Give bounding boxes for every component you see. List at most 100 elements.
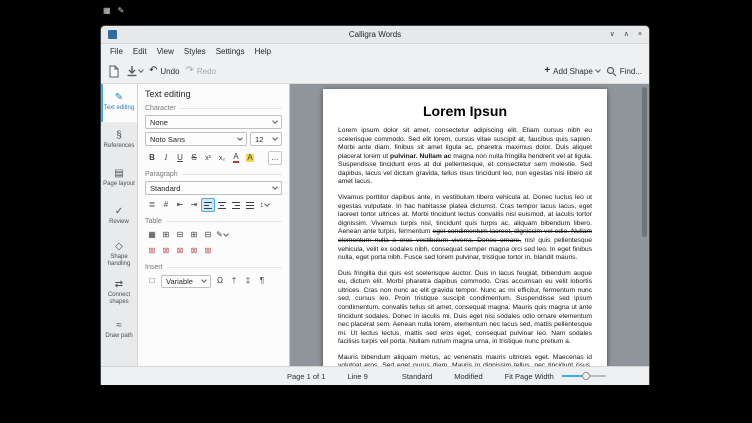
find-button[interactable]: Find... bbox=[606, 66, 642, 77]
strikethrough-button[interactable]: S bbox=[187, 151, 201, 165]
merge-cells-button[interactable]: ⊠ bbox=[187, 244, 201, 258]
chevron-down-icon bbox=[272, 184, 278, 190]
character-style-dropdown[interactable]: None bbox=[145, 115, 282, 129]
draw-path-label: Draw path bbox=[105, 333, 133, 340]
insert-frame-button[interactable]: □ bbox=[145, 274, 159, 288]
document-page[interactable]: Lorem Ipsun Lorem ipsum dolor sit amet, … bbox=[323, 89, 607, 366]
menu-view[interactable]: View bbox=[152, 47, 179, 56]
numbered-list-icon: # bbox=[163, 200, 169, 209]
insert-table-button[interactable]: ▦ bbox=[145, 228, 159, 242]
page-layout-label: Page layout bbox=[103, 181, 135, 188]
zoom-mode-label[interactable]: Fit Page Width bbox=[505, 372, 554, 381]
redo-label: Redo bbox=[196, 66, 217, 76]
merge-cells-icon: ⊠ bbox=[190, 246, 198, 255]
redo-button[interactable]: ↷ Redo bbox=[186, 66, 217, 76]
align-center-button[interactable] bbox=[215, 198, 229, 212]
underline-button[interactable]: U bbox=[173, 151, 187, 165]
table-border-pen-button[interactable]: ✎ bbox=[215, 228, 229, 242]
insert-row-below-button[interactable]: ⊟ bbox=[173, 228, 187, 242]
highlight-button[interactable]: A bbox=[243, 151, 257, 165]
decrease-indent-icon: ⇤ bbox=[176, 200, 184, 209]
font-family-dropdown[interactable]: Noto Sans bbox=[145, 132, 247, 146]
panel-title: Text editing bbox=[145, 89, 191, 99]
align-left-icon bbox=[204, 201, 212, 209]
decrease-indent-button[interactable]: ⇤ bbox=[173, 198, 187, 212]
subscript-button[interactable]: x₂ bbox=[215, 151, 229, 165]
paragraph[interactable]: Mauris bibendum aliquam metus, ac venena… bbox=[338, 354, 592, 366]
bold-button[interactable]: B bbox=[145, 151, 159, 165]
line-spacing-button[interactable]: ↕ bbox=[257, 198, 271, 212]
paragraph-style-dropdown[interactable]: Standard bbox=[145, 181, 282, 195]
new-document-button[interactable] bbox=[108, 65, 120, 78]
align-left-button[interactable] bbox=[201, 198, 215, 212]
undo-button[interactable]: ↶ Undo bbox=[149, 66, 180, 76]
menu-settings[interactable]: Settings bbox=[211, 47, 250, 56]
tab-draw-path[interactable]: ≈ Draw path bbox=[101, 312, 137, 350]
subscript-icon: x₂ bbox=[218, 154, 226, 162]
page-break-button[interactable]: ¶ bbox=[255, 274, 269, 288]
bullet-list-button[interactable]: ≣ bbox=[145, 198, 159, 212]
connect-shapes-label: Connect shapes bbox=[107, 291, 131, 305]
desktop-panel-icons: ▦ ✎ bbox=[103, 6, 124, 15]
document-canvas[interactable]: Lorem Ipsun Lorem ipsum dolor sit amet, … bbox=[290, 84, 649, 366]
menu-help[interactable]: Help bbox=[250, 47, 276, 56]
menu-edit[interactable]: Edit bbox=[128, 47, 152, 56]
bold-icon: B bbox=[149, 153, 155, 162]
chevron-down-icon bbox=[272, 135, 278, 141]
close-button[interactable]: × bbox=[638, 31, 642, 38]
align-justify-icon bbox=[246, 201, 254, 209]
align-justify-button[interactable] bbox=[243, 198, 257, 212]
find-label: Find... bbox=[619, 66, 642, 76]
search-icon bbox=[606, 66, 617, 76]
tab-shape-handling[interactable]: ◇ Shape handling bbox=[101, 236, 137, 274]
special-character-button[interactable]: Ω bbox=[213, 274, 227, 288]
delete-row-button[interactable]: ⊠ bbox=[159, 244, 173, 258]
split-cells-button[interactable]: ⊠ bbox=[201, 244, 215, 258]
menu-styles[interactable]: Styles bbox=[179, 47, 211, 56]
titlebar[interactable]: Calligra Words ∨ ∧ × bbox=[101, 26, 649, 44]
insert-row-above-button[interactable]: ⊞ bbox=[159, 228, 173, 242]
tab-text-editing[interactable]: ✎ Text editing bbox=[101, 84, 137, 122]
maximize-button[interactable]: ∧ bbox=[624, 31, 629, 38]
paragraph[interactable]: Duis fringilla dui quis est scelerisque … bbox=[338, 270, 592, 347]
menu-file[interactable]: File bbox=[105, 47, 128, 56]
review-label: Review bbox=[109, 219, 129, 226]
align-right-button[interactable] bbox=[229, 198, 243, 212]
page-layout-icon: ▤ bbox=[114, 168, 124, 180]
tab-connect-shapes[interactable]: ⇄ Connect shapes bbox=[101, 274, 137, 312]
italic-button[interactable]: I bbox=[159, 151, 173, 165]
page-indicator[interactable]: Page 1 of 1 bbox=[287, 372, 325, 381]
zoom-slider[interactable] bbox=[561, 371, 606, 381]
variable-dropdown[interactable]: Variable bbox=[161, 274, 211, 288]
chevron-down-icon bbox=[272, 118, 278, 124]
superscript-button[interactable]: x² bbox=[201, 151, 215, 165]
footnote-button[interactable]: † bbox=[227, 274, 241, 288]
font-size-dropdown[interactable]: 12 bbox=[250, 132, 282, 146]
scrollbar-thumb[interactable] bbox=[642, 87, 647, 237]
more-character-options-button[interactable]: … bbox=[268, 151, 282, 165]
add-shape-button[interactable]: + Add Shape bbox=[544, 66, 601, 76]
insert-column-right-button[interactable]: ⊟ bbox=[201, 228, 215, 242]
save-button[interactable] bbox=[126, 65, 144, 77]
tab-review[interactable]: ✓ Review bbox=[101, 198, 137, 236]
tab-references[interactable]: § References bbox=[101, 122, 137, 160]
tab-page-layout[interactable]: ▤ Page layout bbox=[101, 160, 137, 198]
undo-label: Undo bbox=[160, 66, 180, 76]
style-indicator[interactable]: Standard bbox=[402, 372, 432, 381]
endnote-button[interactable]: ‡ bbox=[241, 274, 255, 288]
minimize-button[interactable]: ∨ bbox=[610, 31, 615, 38]
paragraph[interactable]: Vivamus porttitor dapibus ante, in vesti… bbox=[338, 194, 592, 263]
delete-column-button[interactable]: ⊠ bbox=[173, 244, 187, 258]
paragraph[interactable]: Lorem ipsum dolor sit amet, consectetur … bbox=[338, 127, 592, 187]
zoom-slider-knob[interactable] bbox=[582, 372, 590, 380]
font-color-button[interactable]: A bbox=[229, 151, 243, 165]
insert-row: □ Variable Ω † ‡ ¶ bbox=[145, 274, 282, 288]
insert-column-right-icon: ⊟ bbox=[204, 230, 212, 239]
numbered-list-button[interactable]: # bbox=[159, 198, 173, 212]
increase-indent-button[interactable]: ⇥ bbox=[187, 198, 201, 212]
vertical-scrollbar[interactable] bbox=[641, 86, 648, 364]
insert-frame-icon: □ bbox=[149, 276, 155, 285]
delete-table-button[interactable]: ⊠ bbox=[145, 244, 159, 258]
table-border-pen-icon: ✎ bbox=[216, 230, 223, 239]
insert-column-left-button[interactable]: ⊞ bbox=[187, 228, 201, 242]
